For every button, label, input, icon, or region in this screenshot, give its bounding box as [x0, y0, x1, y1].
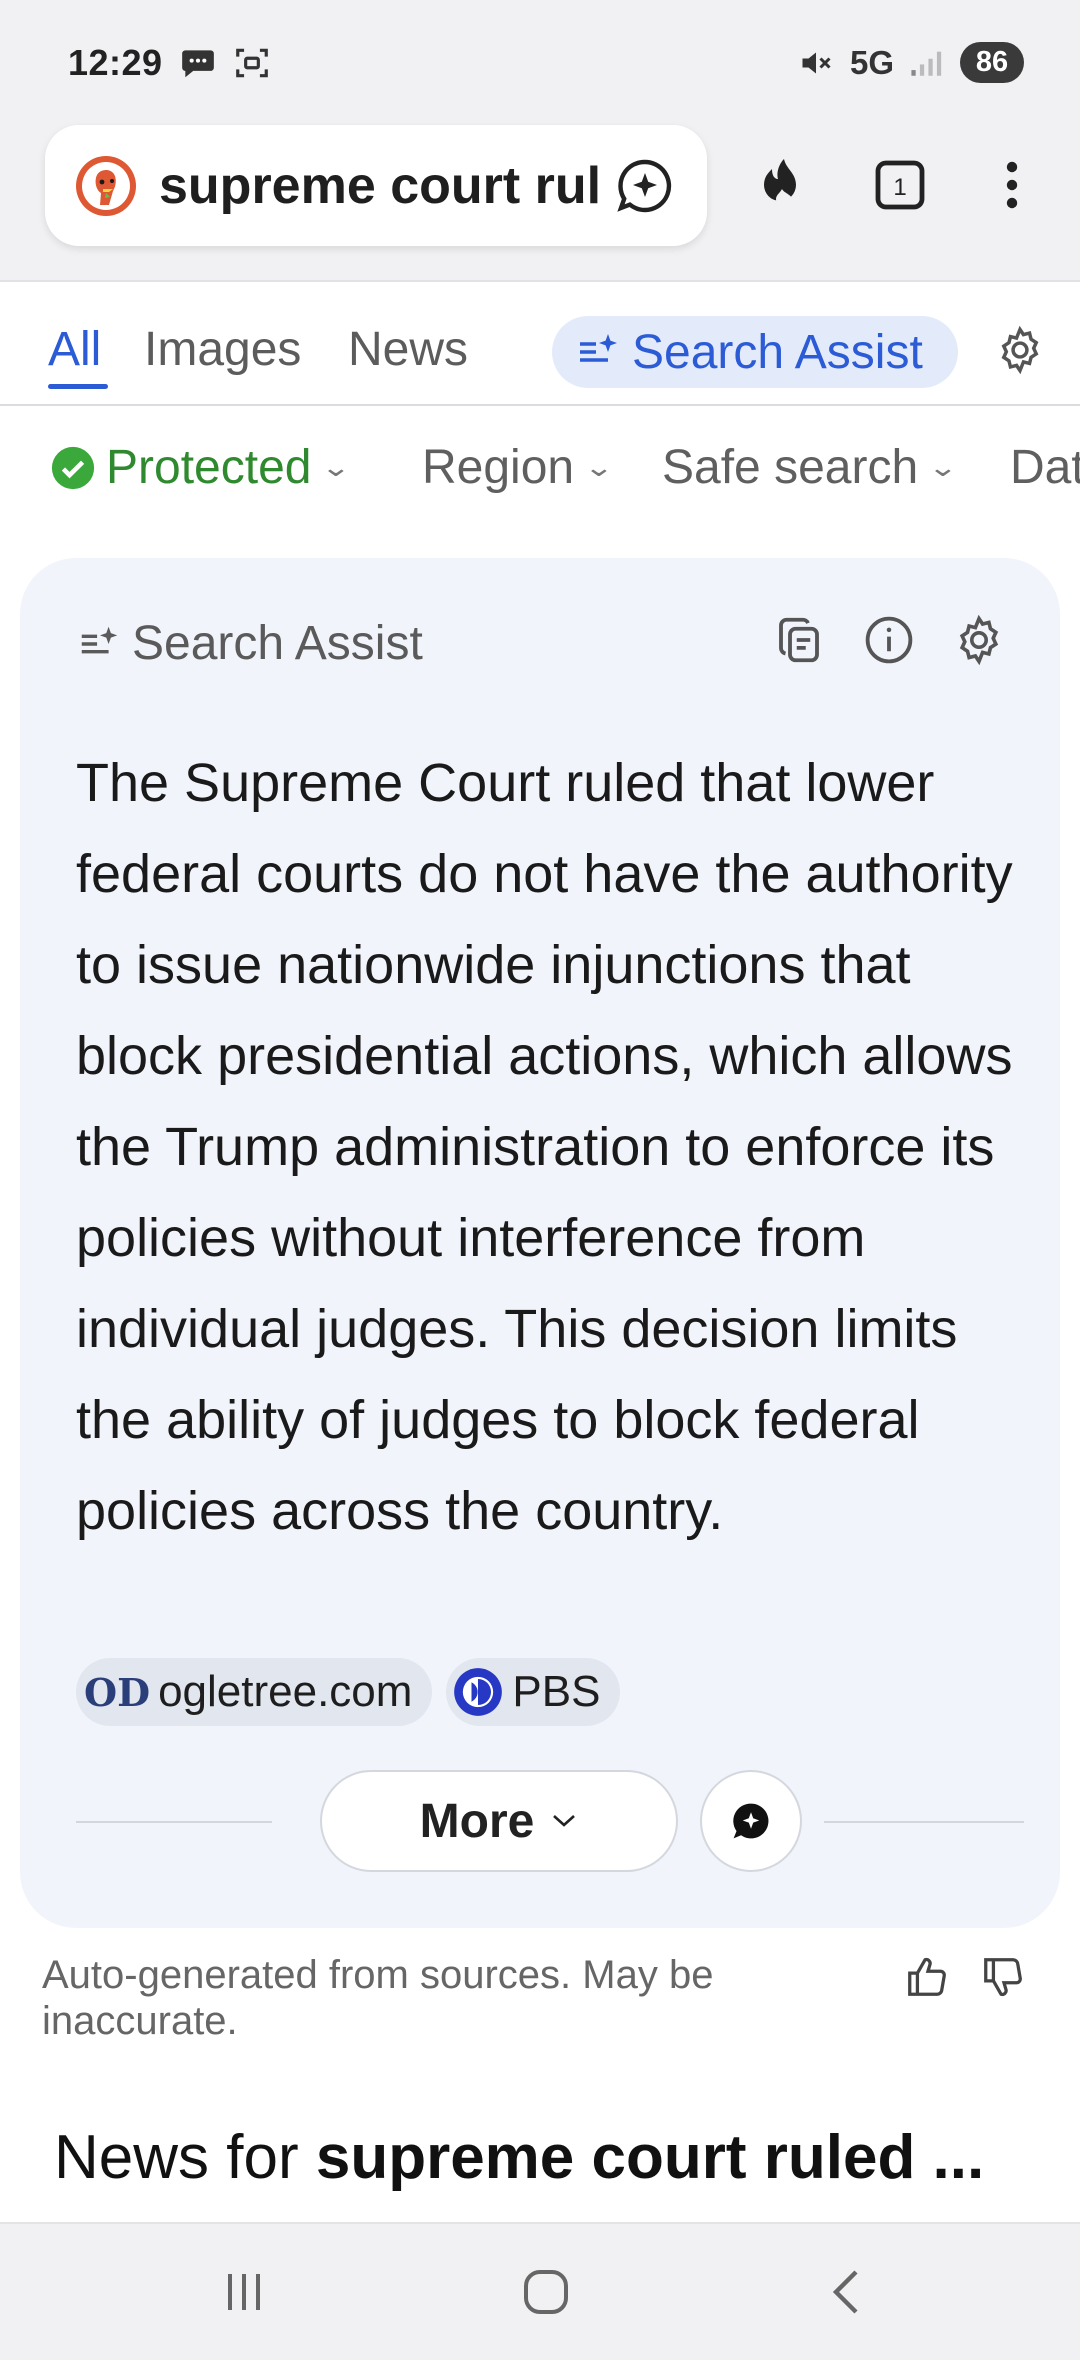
message-notification-icon: [179, 44, 217, 82]
status-right: 5G 86: [798, 42, 1024, 83]
thumbs-up-icon[interactable]: [904, 1954, 950, 2000]
status-bar: 12:29 5G 86: [0, 0, 1080, 125]
overflow-menu-icon[interactable]: [980, 153, 1044, 217]
duck-ai-chat-icon[interactable]: [613, 154, 677, 218]
fire-button-icon[interactable]: [752, 153, 816, 217]
info-icon[interactable]: [862, 613, 916, 667]
network-type: 5G: [849, 43, 894, 81]
news-heading-prefix: News for: [54, 2123, 316, 2192]
filter-region-label: Region: [422, 441, 575, 494]
chat-bubble-icon: [729, 1799, 773, 1843]
back-icon[interactable]: [818, 2262, 878, 2322]
source-label: PBS: [512, 1667, 601, 1716]
more-row: More: [76, 1770, 1026, 1874]
disclaimer-text: Auto-generated from sources. May be inac…: [42, 1953, 714, 2043]
home-icon[interactable]: [516, 2262, 576, 2322]
search-assist-icon: [76, 621, 122, 667]
search-tabs: All Images News Search Assist: [0, 282, 1080, 406]
pbs-logo-icon: [452, 1666, 504, 1718]
search-filters: Protected ⌄ Region ⌄ Safe search ⌄ Date: [0, 406, 1080, 526]
tab-switcher-icon[interactable]: 1: [868, 153, 932, 217]
duckduckgo-logo-icon: [75, 155, 137, 217]
tab-all[interactable]: All: [48, 322, 101, 377]
news-section-heading[interactable]: News for supreme court ruled ...: [54, 2122, 1054, 2193]
copy-icon[interactable]: [772, 613, 826, 667]
thumbs-down-icon[interactable]: [980, 1954, 1026, 2000]
follow-up-chat-button[interactable]: [700, 1770, 802, 1872]
source-label: ogletree.com: [158, 1667, 413, 1716]
tab-news[interactable]: News: [348, 322, 468, 377]
chevron-down-icon: ⌄: [321, 452, 352, 482]
card-title: Search Assist: [132, 617, 423, 670]
filter-region[interactable]: Region ⌄: [422, 440, 614, 495]
card-header: Search Assist: [76, 616, 423, 671]
system-navigation-bar: [0, 2222, 1080, 2360]
card-settings-gear-icon[interactable]: [952, 613, 1006, 667]
source-chip-ogletree[interactable]: OD ogletree.com: [76, 1658, 433, 1726]
mute-icon: [798, 45, 834, 81]
address-bar[interactable]: supreme court ruled nationwide injunctio…: [45, 125, 707, 246]
divider-line: [76, 1821, 272, 1823]
active-tab-indicator: [48, 384, 108, 389]
search-settings-gear-icon[interactable]: [994, 324, 1046, 376]
chevron-down-icon: [550, 1812, 578, 1830]
svg-text:1: 1: [893, 174, 906, 201]
ogletree-logo-icon: OD: [84, 1669, 151, 1715]
battery-indicator: 86: [960, 42, 1024, 83]
tab-search-assist[interactable]: Search Assist: [552, 316, 958, 388]
screenshot-notification-icon: [233, 44, 271, 82]
filter-date-label: Date: [1010, 441, 1080, 494]
more-button-label: More: [419, 1794, 535, 1848]
more-button[interactable]: More: [320, 1770, 678, 1872]
status-left: 12:29: [68, 42, 271, 84]
check-circle-icon: [50, 445, 96, 491]
news-heading-query: supreme court ruled ...: [315, 2123, 985, 2192]
filter-safe-search[interactable]: Safe search ⌄: [662, 440, 958, 495]
source-chip-pbs[interactable]: PBS: [446, 1658, 621, 1726]
filter-safe-search-label: Safe search: [662, 441, 919, 494]
recent-apps-icon[interactable]: [214, 2262, 274, 2322]
filter-date[interactable]: Date: [1010, 440, 1080, 495]
divider-line: [824, 1821, 1024, 1823]
status-time: 12:29: [68, 41, 163, 83]
source-list: OD ogletree.com PBS: [76, 1658, 621, 1726]
browser-toolbar: supreme court ruled nationwide injunctio…: [0, 125, 1080, 282]
signal-icon: [910, 48, 944, 78]
chevron-down-icon: ⌄: [583, 452, 615, 482]
filter-protected[interactable]: Protected ⌄: [50, 440, 352, 495]
tab-images[interactable]: Images: [144, 322, 301, 377]
tab-search-assist-label: Search Assist: [632, 325, 923, 379]
search-query-text[interactable]: supreme court ruled nationwide injunctio…: [159, 156, 599, 216]
chevron-down-icon: ⌄: [927, 452, 959, 482]
assist-answer-text: The Supreme Court ruled that lower feder…: [76, 753, 1013, 1541]
search-assist-card: Search Assist The Supreme Court ruled th…: [20, 558, 1060, 1928]
filter-protected-label: Protected: [106, 441, 312, 494]
search-assist-icon: [574, 328, 622, 376]
